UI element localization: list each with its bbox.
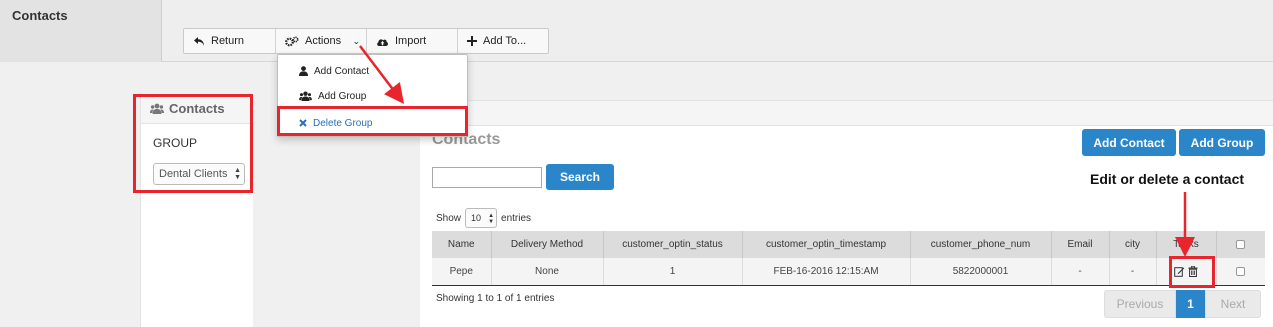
annotation-arrows	[359, 45, 1195, 257]
annotation-arrow-to-menu	[359, 45, 405, 104]
